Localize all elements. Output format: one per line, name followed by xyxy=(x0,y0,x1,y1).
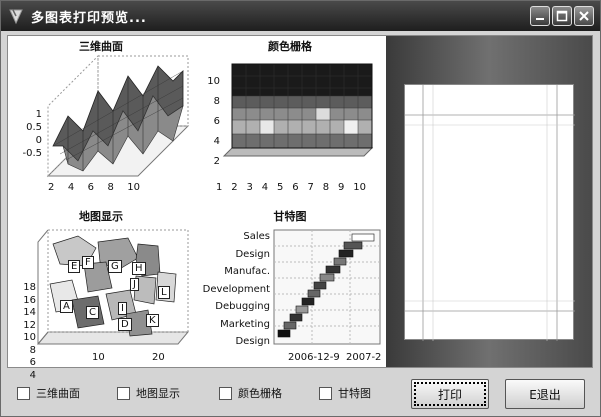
app-icon xyxy=(9,9,23,25)
surface-y-tick: 0.5 xyxy=(26,122,42,133)
color-grid-y-tick: 4 xyxy=(213,136,220,147)
color-grid-y-tick: 8 xyxy=(213,96,220,107)
map-chart-title: 地图显示 xyxy=(79,210,123,223)
gantt-task-label: Sales xyxy=(243,231,270,242)
close-icon xyxy=(579,11,589,21)
color-grid-x-tick: 6 xyxy=(292,182,299,193)
map-y-tick: 16 xyxy=(23,294,36,306)
print-preview-window: 多图表打印预览... 三维曲面 1 0.5 0 -0.5 2 4 6 8 10 … xyxy=(0,0,601,417)
surface-y-tick: -0.5 xyxy=(22,148,42,159)
maximize-button[interactable] xyxy=(552,6,572,26)
color-grid-x-tick: 1 xyxy=(216,182,223,193)
surface-x-tick: 10 xyxy=(127,182,140,193)
exit-button[interactable]: E退出 xyxy=(505,379,585,409)
surface-x-tick: 4 xyxy=(67,182,75,193)
minimize-icon xyxy=(536,18,544,20)
surface-chart-title: 三维曲面 xyxy=(79,40,123,53)
window-title: 多图表打印预览... xyxy=(31,10,147,26)
checkbox-color-grid[interactable]: 颜色栅格 xyxy=(219,385,282,401)
checkbox-box[interactable] xyxy=(17,386,30,400)
checkbox-gantt[interactable]: 甘特图 xyxy=(319,385,371,401)
gantt-task-label: Design xyxy=(235,248,270,260)
checkbox-label: 颜色栅格 xyxy=(238,387,282,400)
bottom-toolbar: 三维曲面 地图显示 颜色栅格 甘特图 打印 E退出 xyxy=(1,373,600,417)
surface-y-tick: 0 xyxy=(35,135,42,146)
checkbox-box[interactable] xyxy=(219,386,232,400)
map-region-label: F xyxy=(82,256,94,269)
checkbox-box[interactable] xyxy=(319,386,332,400)
color-grid-chart: 颜色栅格 10 8 6 4 2 1 2 3 4 5 6 7 8 9 10 xyxy=(194,36,386,204)
checkbox-label: 地图显示 xyxy=(136,387,180,400)
surface-chart: 三维曲面 1 0.5 0 -0.5 2 4 6 8 10 xyxy=(8,36,194,204)
title-bar[interactable]: 多图表打印预览... xyxy=(1,1,600,31)
map-region-label: L xyxy=(158,286,170,299)
map-region-label: D xyxy=(118,318,132,331)
checkbox-map[interactable]: 地图显示 xyxy=(117,385,180,401)
surface-x-tick: 6 xyxy=(87,182,94,193)
preview-area: 三维曲面 1 0.5 0 -0.5 2 4 6 8 10 颜色栅格 10 8 6… xyxy=(7,35,593,381)
map-region-label: J xyxy=(130,278,139,291)
color-grid-chart-title: 颜色栅格 xyxy=(268,40,312,53)
color-grid-x-tick: 10 xyxy=(353,182,366,193)
color-grid-y-tick: 6 xyxy=(213,116,220,127)
surface-x-tick: 8 xyxy=(107,182,114,193)
gantt-task-label: Development xyxy=(202,283,270,295)
checkbox-label: 三维曲面 xyxy=(36,387,80,400)
minimize-button[interactable] xyxy=(530,6,550,26)
checkbox-label: 甘特图 xyxy=(338,387,371,400)
map-x-tick: 20 xyxy=(152,352,165,363)
map-region-label: E xyxy=(68,260,81,273)
color-grid-x-tick: 9 xyxy=(338,182,345,193)
gantt-chart: 甘特图 Sales Design Manufac. Development De… xyxy=(194,204,386,368)
map-y-tick: 12 xyxy=(23,319,36,331)
maximize-icon xyxy=(556,10,568,22)
gantt-x-tick: 2006-12-9 xyxy=(288,352,340,363)
gantt-task-label: Marketing xyxy=(220,318,270,330)
map-region-label: C xyxy=(86,306,99,319)
color-grid-x-tick: 7 xyxy=(307,182,314,193)
color-grid-x-tick: 8 xyxy=(322,182,330,193)
map-region-label: K xyxy=(146,314,159,327)
color-grid-y-tick: 10 xyxy=(207,76,220,87)
gantt-task-label: Design xyxy=(235,336,270,347)
print-page-panel xyxy=(386,36,592,367)
surface-y-tick: 1 xyxy=(35,109,42,120)
close-button[interactable] xyxy=(574,6,594,26)
map-x-tick: 10 xyxy=(92,352,105,363)
map-region-label: I xyxy=(118,302,127,315)
map-region-label: G xyxy=(108,260,122,273)
surface-x-tick: 2 xyxy=(48,182,55,193)
print-button[interactable]: 打印 xyxy=(411,379,489,409)
map-region-label: H xyxy=(132,262,146,275)
gantt-task-label: Manufac. xyxy=(224,266,270,277)
map-y-tick: 8 xyxy=(29,344,36,356)
map-y-tick: 14 xyxy=(23,307,36,318)
map-y-tick: 10 xyxy=(23,332,36,343)
print-page-thumbnail[interactable] xyxy=(404,84,575,341)
color-grid-x-tick: 3 xyxy=(246,182,253,193)
color-grid-x-tick: 2 xyxy=(231,182,238,193)
gantt-x-tick: 2007-2 xyxy=(346,352,382,363)
checkbox-box[interactable] xyxy=(117,386,130,400)
gantt-chart-title: 甘特图 xyxy=(273,210,307,223)
map-y-tick: 6 xyxy=(29,357,36,368)
color-grid-cells xyxy=(231,63,373,149)
map-y-tick: 18 xyxy=(23,282,36,293)
map-region-label: A xyxy=(60,300,73,313)
checkbox-surface[interactable]: 三维曲面 xyxy=(17,385,80,401)
color-grid-x-tick: 4 xyxy=(261,182,269,193)
color-grid-y-tick: 2 xyxy=(213,156,220,167)
gantt-task-label: Debugging xyxy=(215,301,270,312)
map-chart: 地图显示 18 16 14 12 10 8 6 4 10 20 E F G H … xyxy=(8,204,194,381)
color-grid-x-tick: 5 xyxy=(277,182,284,193)
